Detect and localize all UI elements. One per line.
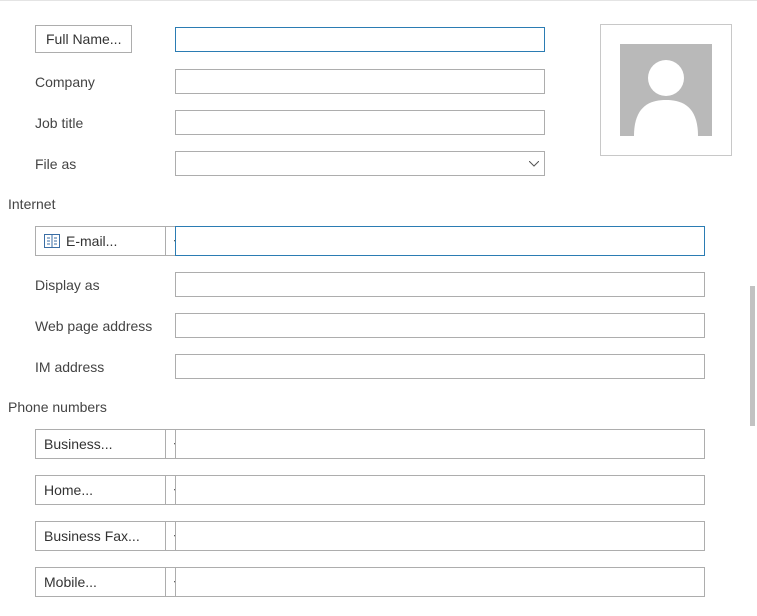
display-as-input[interactable]	[175, 272, 705, 297]
phone-type-mobile-button[interactable]: Mobile...	[35, 567, 193, 597]
phone-type-business-button[interactable]: Business...	[35, 429, 193, 459]
phone-type-label: Business...	[44, 436, 112, 452]
web-page-label: Web page address	[35, 318, 152, 334]
phone-home-input[interactable]	[175, 475, 705, 505]
phone-type-label: Home...	[44, 482, 93, 498]
email-type-button[interactable]: E-mail...	[35, 226, 193, 256]
file-as-label: File as	[35, 156, 76, 172]
file-as-select[interactable]	[175, 151, 545, 176]
contact-photo-button[interactable]	[600, 24, 732, 156]
job-title-input[interactable]	[175, 110, 545, 135]
phone-type-businessfax-button[interactable]: Business Fax...	[35, 521, 193, 551]
contact-form-panel: Full Name... Company Job title File as	[0, 0, 757, 616]
address-book-icon	[44, 234, 60, 248]
phone-type-label: Business Fax...	[44, 528, 140, 544]
display-as-label: Display as	[35, 277, 100, 293]
internet-section-header: Internet	[0, 192, 757, 226]
vertical-scrollbar[interactable]	[750, 286, 755, 426]
company-input[interactable]	[175, 69, 545, 94]
web-page-input[interactable]	[175, 313, 705, 338]
phone-businessfax-input[interactable]	[175, 521, 705, 551]
phone-type-label: Mobile...	[44, 574, 97, 590]
phone-business-input[interactable]	[175, 429, 705, 459]
phone-type-home-button[interactable]: Home...	[35, 475, 193, 505]
full-name-button[interactable]: Full Name...	[35, 25, 132, 53]
im-address-label: IM address	[35, 359, 104, 375]
email-type-label: E-mail...	[66, 233, 117, 249]
phone-mobile-input[interactable]	[175, 567, 705, 597]
job-title-label: Job title	[35, 115, 83, 131]
full-name-input[interactable]	[175, 27, 545, 52]
company-label: Company	[35, 74, 95, 90]
avatar-placeholder-icon	[620, 44, 712, 136]
phone-section-header: Phone numbers	[0, 395, 757, 429]
email-input[interactable]	[175, 226, 705, 256]
im-address-input[interactable]	[175, 354, 705, 379]
